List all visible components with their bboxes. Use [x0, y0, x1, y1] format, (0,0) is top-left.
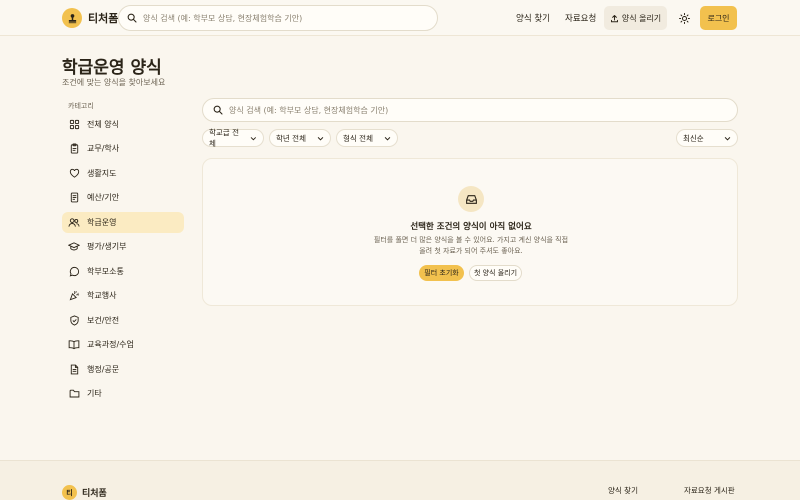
empty-state-card: 선택한 조건의 양식이 아직 없어요 필터를 풀면 더 많은 양식을 볼 수 있… — [202, 158, 738, 306]
sidebar-item-guidance[interactable]: 생활지도 — [62, 163, 184, 184]
filter-format[interactable]: 형식 전체 — [336, 129, 398, 147]
main-search-input[interactable] — [229, 105, 701, 115]
sidebar-item-etc[interactable]: 기타 — [62, 383, 184, 404]
sidebar-item-budget[interactable]: 예산/기안 — [62, 187, 184, 208]
footer-logo[interactable]: 티 티처폼 — [62, 485, 107, 500]
footer: 티 티처폼 양식 찾기 자료요청 게시판 — [0, 460, 800, 500]
upload-button-label: 양식 올리기 — [621, 13, 662, 23]
inbox-icon — [458, 186, 484, 212]
book-icon — [68, 339, 80, 351]
footer-link-request-board[interactable]: 자료요청 게시판 — [684, 485, 735, 496]
grid-icon — [68, 119, 80, 131]
sidebar-item-label: 행정/공문 — [87, 365, 120, 374]
top-header: 티처폼 양식 찾기 자료요청 양식 올리기 로그인 — [0, 0, 800, 36]
page-subtitle: 조건에 맞는 양식을 찾아보세요 — [62, 78, 166, 87]
stamp-icon — [62, 8, 82, 28]
sidebar-item-label: 예산/기안 — [87, 193, 120, 202]
sidebar-item-label: 학부모소통 — [87, 267, 124, 276]
filter-school-level[interactable]: 학교급 전체 — [202, 128, 264, 148]
theme-toggle-button[interactable] — [674, 8, 694, 28]
header-search-input[interactable] — [143, 13, 422, 23]
sidebar-item-label: 보건/안전 — [87, 316, 120, 325]
empty-desc-line: 올려 첫 자료가 되어 주셔도 좋아요. — [419, 247, 523, 255]
sidebar-item-label: 기타 — [87, 389, 102, 398]
sun-icon — [678, 12, 690, 24]
filter-label: 학년 전체 — [276, 133, 306, 143]
nav-find-forms[interactable]: 양식 찾기 — [508, 6, 558, 30]
search-icon — [213, 105, 223, 115]
party-popper-icon — [68, 290, 80, 302]
sidebar-item-label: 학교행사 — [87, 291, 117, 300]
chat-bubble-icon — [68, 266, 80, 278]
shield-icon — [68, 315, 80, 327]
footer-link-find[interactable]: 양식 찾기 — [608, 485, 638, 496]
sort-label: 최신순 — [683, 133, 704, 143]
upload-icon — [610, 14, 618, 22]
sidebar-item-parents[interactable]: 학부모소통 — [62, 261, 184, 282]
heart-hand-icon — [68, 168, 80, 180]
footer-logo-badge: 티 — [62, 485, 77, 500]
folder-icon — [68, 388, 80, 400]
sidebar-item-label: 학급운영 — [87, 218, 117, 227]
reset-filters-button[interactable]: 필터 초기화 — [419, 265, 464, 281]
login-button[interactable]: 로그인 — [700, 6, 737, 30]
upload-form-button[interactable]: 양식 올리기 — [604, 6, 667, 30]
filter-label: 형식 전체 — [343, 133, 373, 143]
category-label: 카테고리 — [68, 102, 94, 110]
empty-desc-line: 필터를 풀면 더 많은 양식을 볼 수 있어요. 가지고 계신 양식을 직접 — [373, 236, 569, 244]
filter-label: 학교급 전체 — [209, 128, 239, 148]
footer-brand: 티처폼 — [82, 489, 107, 499]
sidebar-item-class-management[interactable]: 학급운영 — [62, 212, 184, 233]
sidebar-item-label: 전체 양식 — [87, 120, 119, 129]
clipboard-icon — [68, 143, 80, 155]
receipt-icon — [68, 192, 80, 204]
search-icon — [127, 13, 137, 23]
sidebar-item-all[interactable]: 전체 양식 — [62, 114, 184, 135]
graduation-cap-icon — [68, 241, 80, 253]
empty-state-description: 필터를 풀면 더 많은 양식을 볼 수 있어요. 가지고 계신 양식을 직접 올… — [313, 235, 629, 257]
nav-request[interactable]: 자료요청 — [558, 6, 603, 30]
sidebar-item-health-safety[interactable]: 보건/안전 — [62, 310, 184, 331]
sidebar-item-label: 교무/학사 — [87, 144, 120, 153]
chevron-down-icon — [251, 136, 257, 140]
sidebar-item-label: 교육과정/수업 — [87, 340, 134, 349]
chevron-down-icon — [384, 136, 391, 140]
sidebar-item-label: 평가/생기부 — [87, 242, 127, 251]
header-search[interactable] — [118, 5, 438, 31]
sidebar-item-administration[interactable]: 행정/공문 — [62, 359, 184, 380]
sidebar-item-academic[interactable]: 교무/학사 — [62, 138, 184, 159]
chevron-down-icon — [317, 136, 324, 140]
sort-select[interactable]: 최신순 — [676, 129, 738, 147]
users-icon — [68, 217, 80, 229]
sidebar-item-label: 생활지도 — [87, 169, 117, 178]
chevron-down-icon — [724, 136, 731, 140]
page-title: 학급운영 양식 — [62, 58, 162, 78]
brand-name: 티처폼 — [88, 12, 119, 25]
main-search[interactable] — [202, 98, 738, 122]
sidebar-item-evaluation[interactable]: 평가/생기부 — [62, 236, 184, 257]
brand-logo[interactable]: 티처폼 — [62, 8, 118, 28]
filter-grade[interactable]: 학년 전체 — [269, 129, 331, 147]
first-upload-button[interactable]: 첫 양식 올리기 — [469, 265, 522, 281]
sidebar-item-events[interactable]: 학교행사 — [62, 285, 184, 306]
sidebar-item-curriculum[interactable]: 교육과정/수업 — [62, 334, 184, 355]
document-icon — [68, 364, 80, 376]
empty-state-title: 선택한 조건의 양식이 아직 없어요 — [410, 222, 532, 232]
